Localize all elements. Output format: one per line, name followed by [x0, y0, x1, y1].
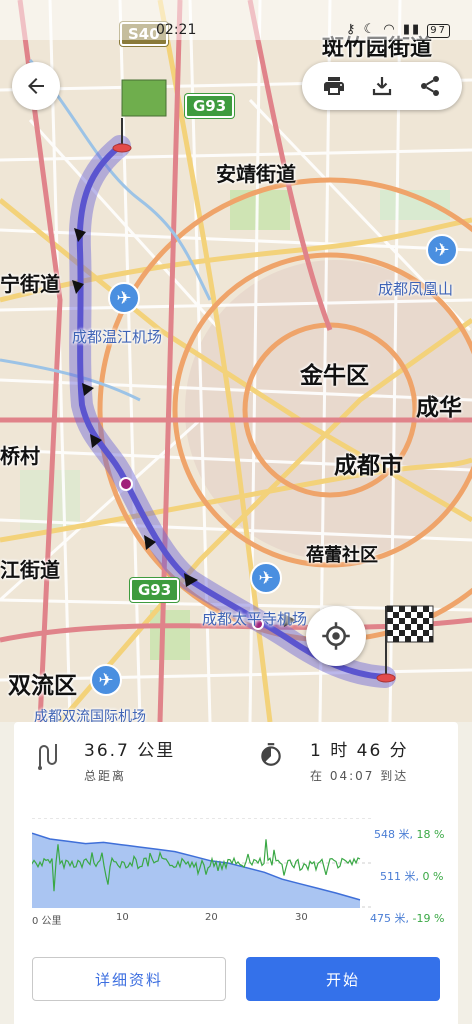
airport-icon: ✈	[250, 562, 282, 594]
timer-icon	[261, 743, 281, 766]
elevation-area	[32, 833, 360, 908]
signal-icon: ▮▮	[402, 22, 422, 37]
print-icon	[324, 77, 344, 95]
battery-icon: 97	[427, 24, 450, 38]
map-label-fenghuangshan: 成都凤凰山	[378, 280, 454, 298]
map-label-wenjiang-airport: 成都温江机场	[72, 328, 163, 346]
screen: S40 G93 G93 ✈ ✈ ✈ ✈ 斑竹园街道 安靖街道 宁街道 成都温江机…	[0, 0, 472, 1024]
moon-icon: ☾	[363, 22, 378, 37]
elevation-chart	[32, 818, 372, 908]
wifi-icon: ◠	[383, 22, 397, 37]
map-label-anjing: 安靖街道	[216, 162, 296, 186]
my-location-button[interactable]	[306, 606, 366, 666]
distance-stat: 36.7 公里 总距离	[84, 736, 175, 784]
download-icon	[372, 77, 392, 96]
map-label-shuangliu-airport: 成都双流国际机场	[34, 709, 146, 722]
back-button[interactable]	[12, 62, 60, 110]
x-tick-30: 30	[295, 912, 308, 923]
key-icon: ⚷	[345, 22, 358, 37]
map-view[interactable]: S40 G93 G93 ✈ ✈ ✈ ✈ 斑竹园街道 安靖街道 宁街道 成都温江机…	[0, 0, 472, 722]
arrival-label: 在 04:07 到达	[310, 769, 409, 783]
legend-bottom-slope: -19 %	[412, 912, 445, 925]
road-shield-g93-south: G93	[130, 578, 180, 602]
map-label-chengdushi: 成都市	[334, 453, 403, 479]
x-tick-20: 20	[205, 912, 218, 923]
road-shield-g93-north: G93	[185, 94, 235, 118]
legend-top-elevation: 548 米	[374, 828, 410, 841]
status-time: 02:21	[156, 22, 197, 38]
start-button[interactable]: 开始	[246, 957, 440, 1001]
airport-icon: ✈	[426, 234, 458, 266]
legend-top: 548 米, 18 %	[374, 828, 445, 841]
map-label-jinniu: 金牛区	[300, 363, 369, 389]
map-label-qiaocun: 桥村	[0, 444, 40, 468]
map-label-ningjiedao: 宁街道	[0, 272, 60, 296]
map-label-taipingsi: 成都太平寺机场	[202, 610, 308, 628]
legend-bottom: 475 米, -19 %	[370, 912, 445, 925]
status-icons: ⚷ ☾ ◠ ▮▮ 97	[346, 22, 450, 38]
airport-icon: ✈	[108, 282, 140, 314]
map-label-jiangjiedao: 江街道	[0, 558, 60, 582]
details-button[interactable]: 详细资料	[32, 957, 226, 1001]
route-distance-icon	[38, 744, 57, 770]
legend-mid-elevation: 511 米	[380, 870, 416, 883]
share-button[interactable]	[410, 66, 450, 106]
share-icon	[421, 76, 439, 96]
route-summary-sheet: 36.7 公里 总距离 1 时 46 分 在 04:07 到达 548 米, 1…	[14, 722, 458, 1024]
legend-top-slope: 18 %	[416, 828, 445, 841]
crosshair-location-icon	[322, 622, 350, 650]
duration-stat: 1 时 46 分 在 04:07 到达	[310, 736, 409, 784]
distance-value: 36.7 公里	[84, 741, 176, 761]
legend-bottom-elevation: 475 米	[370, 912, 406, 925]
arrow-left-icon	[28, 78, 44, 94]
map-label-chenghua: 成华	[416, 395, 462, 421]
map-label-beilei: 蓓蕾社区	[306, 545, 378, 566]
x-tick-0: 0 公里	[32, 916, 62, 927]
legend-mid-slope: 0 %	[422, 870, 444, 883]
top-toolbar	[302, 62, 462, 110]
print-button[interactable]	[314, 66, 354, 106]
duration-value: 1 时 46 分	[310, 741, 409, 761]
airport-icon: ✈	[90, 664, 122, 696]
x-tick-10: 10	[116, 912, 129, 923]
distance-label: 总距离	[84, 769, 127, 783]
status-bar: 02:21 ⚷ ☾ ◠ ▮▮ 97	[0, 0, 472, 40]
map-label-shuangliu: 双流区	[8, 673, 77, 699]
legend-mid: 511 米, 0 %	[380, 870, 444, 883]
download-button[interactable]	[362, 66, 402, 106]
